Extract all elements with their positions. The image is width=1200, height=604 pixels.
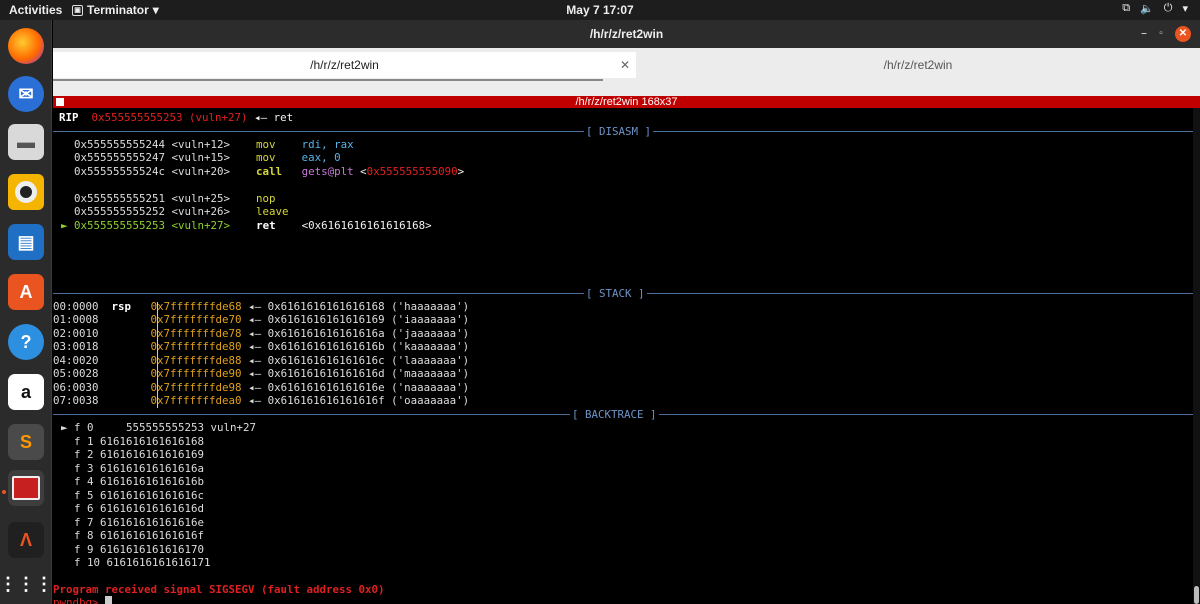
- backtrace-frame: f 9 6161616161616170: [74, 543, 205, 556]
- prompt: pwndbg>: [53, 596, 99, 604]
- volume-icon[interactable]: 🔈: [1140, 2, 1154, 15]
- disasm-line: 0x555555555247 <vuln+15> mov eax, 0: [74, 151, 341, 164]
- tab-1[interactable]: /h/r/z/ret2win ✕: [53, 52, 636, 78]
- disasm-header: [ DISASM ]: [584, 125, 654, 138]
- disasm-current-line: ► 0x555555555253 <vuln+27> ret <0x616161…: [61, 219, 432, 232]
- tab-label: /h/r/z/ret2win: [883, 58, 953, 72]
- current-frame-marker: ►: [61, 421, 68, 434]
- current-instruction-marker: ►: [61, 219, 68, 232]
- clock[interactable]: May 7 17:07: [0, 3, 1200, 17]
- writer-icon[interactable]: ▤: [8, 224, 44, 260]
- terminator-icon[interactable]: [8, 470, 44, 506]
- app-grid-icon[interactable]: ⋮⋮⋮: [0, 566, 53, 602]
- disasm-line: 0x55555555524c <vuln+20> call gets@plt <…: [74, 165, 465, 178]
- backtrace-frame: f 2 6161616161616169: [74, 448, 205, 461]
- stack-row: 00:0000 rsp 0x7fffffffde68 ◂— 0x61616161…: [53, 300, 470, 313]
- chevron-down-icon: ▾: [152, 3, 159, 17]
- backtrace-frame: f 6 616161616161616d: [74, 502, 205, 515]
- active-tab-indicator: [53, 79, 603, 81]
- signal-message: Program received signal SIGSEGV (fault a…: [53, 583, 385, 596]
- system-tray[interactable]: ⧉ 🔈 ⏻ ▾: [1122, 2, 1188, 15]
- stack-header: [ STACK ]: [584, 287, 647, 300]
- stack-row: 04:0020 0x7fffffffde88 ◂— 0x616161616161…: [53, 354, 470, 367]
- activities-button[interactable]: Activities: [9, 3, 62, 17]
- terminal-output[interactable]: RIP 0x555555555253 (vuln+27) ◂— ret [ DI…: [53, 108, 1193, 604]
- rhythmbox-icon[interactable]: [8, 174, 44, 210]
- backtrace-frame: f 7 616161616161616e: [74, 516, 205, 529]
- window-titlebar[interactable]: /h/r/z/ret2win – ▫ ✕: [53, 20, 1200, 48]
- rip-line: RIP 0x555555555253 (vuln+27) ◂— ret: [59, 111, 293, 124]
- stack-row: 06:0030 0x7fffffffde98 ◂— 0x616161616161…: [53, 381, 470, 394]
- network-icon[interactable]: ⧉: [1122, 2, 1130, 15]
- arduino-icon[interactable]: Λ: [8, 522, 44, 558]
- backtrace-current-frame: ► f 0 555555555253 vuln+27: [61, 421, 257, 434]
- scrollbar-thumb[interactable]: [1194, 586, 1199, 604]
- prompt-line[interactable]: pwndbg>: [53, 596, 113, 604]
- chevron-down-icon[interactable]: ▾: [1182, 2, 1188, 15]
- help-icon[interactable]: ?: [8, 324, 44, 360]
- backtrace-frame: f 5 616161616161616c: [74, 489, 205, 502]
- sublime-icon[interactable]: S: [8, 424, 44, 460]
- stack-row: 07:0038 0x7fffffffdea0 ◂— 0x616161616161…: [53, 394, 470, 407]
- maximize-button[interactable]: ▫: [1153, 26, 1169, 42]
- backtrace-frame: f 10 6161616161616171: [74, 556, 211, 569]
- tab-bar: /h/r/z/ret2win ✕ /h/r/z/ret2win: [53, 48, 1200, 96]
- amazon-icon[interactable]: a: [8, 374, 44, 410]
- software-icon[interactable]: A: [8, 274, 44, 310]
- disasm-line: 0x555555555252 <vuln+26> leave: [74, 205, 289, 218]
- window-title: /h/r/z/ret2win: [589, 27, 664, 41]
- rip-arrow: ◂— ret: [254, 111, 294, 124]
- app-name: Terminator: [87, 3, 149, 17]
- terminal-title: /h/r/z/ret2win 168x37: [575, 96, 678, 108]
- terminator-app-icon: ▣: [72, 4, 83, 16]
- power-icon[interactable]: ⏻: [1164, 2, 1173, 15]
- backtrace-frame: f 4 616161616161616b: [74, 475, 205, 488]
- rip-label: RIP: [59, 111, 79, 124]
- tab-close-icon[interactable]: ✕: [620, 52, 630, 78]
- running-indicator: [2, 490, 6, 494]
- rip-addr: 0x555555555253 (vuln+27): [91, 111, 248, 124]
- text-cursor: [105, 596, 113, 604]
- tab-label: /h/r/z/ret2win: [310, 58, 379, 72]
- minimize-button[interactable]: –: [1136, 26, 1152, 42]
- backtrace-frame: f 1 6161616161616168: [74, 435, 205, 448]
- terminal-group-icon[interactable]: [56, 98, 64, 106]
- top-bar: Activities ▣ Terminator ▾ May 7 17:07 ⧉ …: [0, 0, 1200, 20]
- stack-row: 03:0018 0x7fffffffde80 ◂— 0x616161616161…: [53, 340, 470, 353]
- backtrace-header: [ BACKTRACE ]: [570, 408, 659, 421]
- firefox-icon[interactable]: [8, 28, 44, 64]
- terminator-window: /h/r/z/ret2win – ▫ ✕ /h/r/z/ret2win ✕ /h…: [53, 20, 1200, 604]
- stack-row: 02:0010 0x7fffffffde78 ◂— 0x616161616161…: [53, 327, 470, 340]
- dock: ✉ ▬ ▤ A ? a S Λ ⋮⋮⋮: [0, 20, 53, 604]
- disasm-line: 0x555555555251 <vuln+25> nop: [74, 192, 276, 205]
- tab-2[interactable]: /h/r/z/ret2win: [636, 52, 1200, 78]
- backtrace-frame: f 8 616161616161616f: [74, 529, 205, 542]
- stack-row: 05:0028 0x7fffffffde90 ◂— 0x616161616161…: [53, 367, 470, 380]
- stack-row: 01:0008 0x7fffffffde70 ◂— 0x616161616161…: [53, 313, 470, 326]
- app-menu[interactable]: ▣ Terminator ▾: [72, 3, 159, 17]
- folder-icon[interactable]: ▬: [8, 124, 44, 160]
- thunderbird-icon[interactable]: ✉: [8, 76, 44, 112]
- close-button[interactable]: ✕: [1175, 26, 1191, 42]
- disasm-line: 0x555555555244 <vuln+12> mov rdi, rax: [74, 138, 354, 151]
- terminal-titlebar[interactable]: /h/r/z/ret2win 168x37: [53, 96, 1200, 108]
- scrollbar[interactable]: [1193, 108, 1200, 604]
- backtrace-frame: f 3 616161616161616a: [74, 462, 205, 475]
